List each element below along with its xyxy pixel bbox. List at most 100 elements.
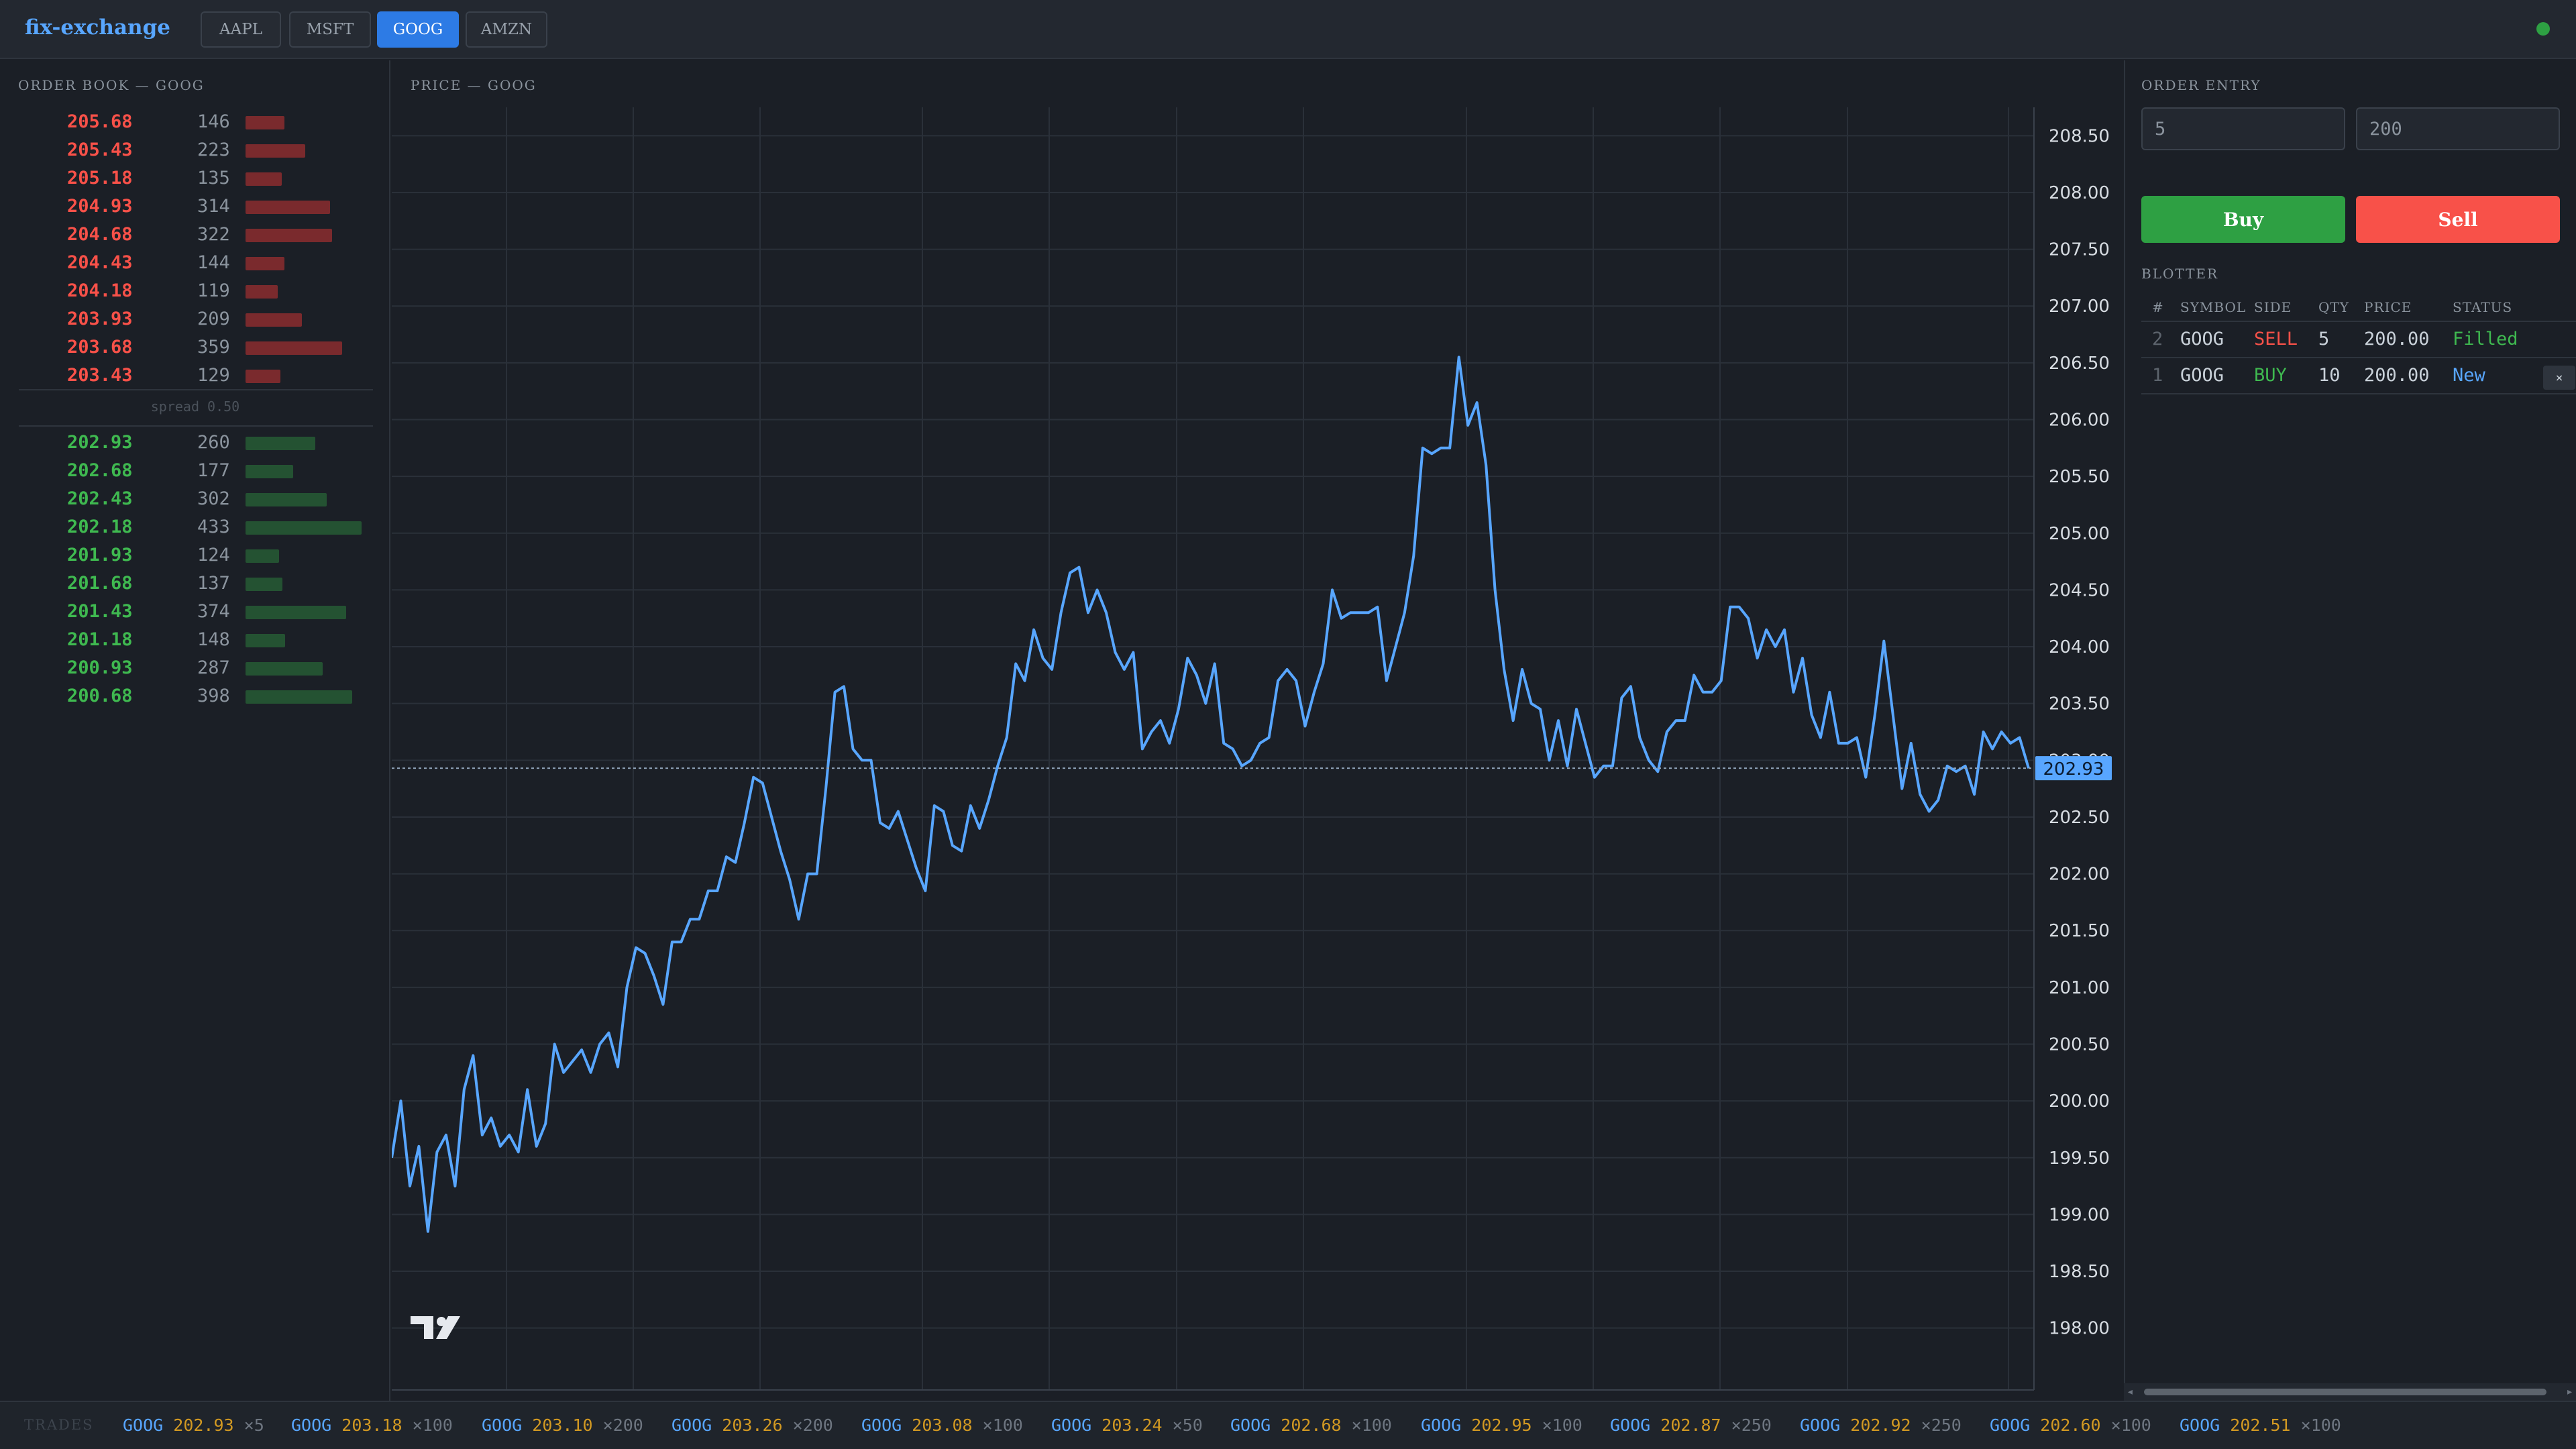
blotter-cell-qty: 5 — [2318, 329, 2330, 350]
ask-depth-bar — [246, 285, 278, 299]
connection-status-indicator — [2536, 22, 2550, 36]
sell-button[interactable]: Sell — [2356, 196, 2560, 243]
trades-ticker: TRADES GOOG 202.93 ×5 GOOG 203.18 ×100 GOO… — [0, 1401, 2576, 1449]
bid-level-row[interactable]: 202.43 302 — [0, 484, 376, 513]
ask-level-row[interactable]: 203.43 129 — [0, 361, 376, 389]
y-tick-label: 199.00 — [2049, 1205, 2110, 1225]
trade-price: 202.92 — [1850, 1415, 1911, 1435]
bid-level-row[interactable]: 202.18 433 — [0, 513, 376, 541]
ask-depth-bar — [246, 313, 302, 327]
scroll-right-icon[interactable]: ▸ — [2566, 1385, 2573, 1399]
buy-button[interactable]: Buy — [2141, 196, 2345, 243]
bid-price: 202.68 — [67, 460, 133, 481]
y-tick-label: 208.00 — [2049, 183, 2110, 203]
bid-level-row[interactable]: 200.68 398 — [0, 682, 376, 710]
trade-symbol: GOOG — [482, 1415, 523, 1435]
bid-level-row[interactable]: 201.68 137 — [0, 569, 376, 597]
price-input[interactable]: 200 — [2356, 107, 2560, 150]
trade-symbol: GOOG — [123, 1415, 164, 1435]
ask-price: 204.68 — [67, 224, 133, 245]
price-chart[interactable]: PRICE — GOOG 198.00 198.50 199.00 199.50 200… — [392, 60, 2123, 1401]
trade-price: 202.60 — [2040, 1415, 2101, 1435]
blotter-cell-symbol: GOOG — [2180, 365, 2224, 386]
tab-msft[interactable]: MSFT — [289, 11, 371, 48]
bid-level-row[interactable]: 201.43 374 — [0, 597, 376, 625]
bid-depth-bar — [246, 578, 282, 591]
trade-price: 202.68 — [1281, 1415, 1342, 1435]
tab-goog[interactable]: GOOG — [377, 11, 459, 48]
order-book-panel: ORDER BOOK — GOOG 205.68 146 205.43 223 205.… — [0, 60, 390, 1401]
bid-size: 260 — [197, 432, 230, 453]
ask-level-row[interactable]: 204.18 119 — [0, 276, 376, 305]
bid-price: 202.18 — [67, 517, 133, 537]
ask-price: 203.68 — [67, 337, 133, 358]
trade-price: 202.87 — [1660, 1415, 1721, 1435]
tab-aapl[interactable]: AAPL — [201, 11, 281, 48]
ask-price: 205.18 — [67, 168, 133, 189]
y-tick-label: 200.00 — [2049, 1091, 2110, 1112]
trade-qty: ×100 — [2110, 1415, 2151, 1435]
ask-level-row[interactable]: 205.68 146 — [0, 107, 376, 136]
divider — [19, 389, 373, 390]
cancel-order-button[interactable]: × — [2543, 366, 2575, 390]
trade-item: GOOG 202.68 ×100 — [1230, 1415, 1392, 1435]
ask-level-row[interactable]: 205.43 223 — [0, 136, 376, 164]
y-tick-label: 205.00 — [2049, 524, 2110, 544]
bid-size: 124 — [197, 545, 230, 566]
trade-qty: ×100 — [982, 1415, 1023, 1435]
order-entry-title: ORDER ENTRY — [2141, 77, 2261, 93]
trade-symbol: GOOG — [291, 1415, 332, 1435]
y-tick-label: 204.00 — [2049, 637, 2110, 657]
bid-price: 202.43 — [67, 488, 133, 509]
ask-price: 203.43 — [67, 365, 133, 386]
trade-item: GOOG 202.92 ×250 — [1800, 1415, 1962, 1435]
bid-size: 302 — [197, 488, 230, 509]
scrollbar-thumb[interactable] — [2144, 1389, 2546, 1395]
trade-item: GOOG 202.87 ×250 — [1610, 1415, 1772, 1435]
blotter-cell-id: 1 — [2152, 365, 2163, 386]
bid-depth-bar — [246, 521, 362, 535]
trade-qty: ×250 — [1921, 1415, 1962, 1435]
blotter-cell-qty: 10 — [2318, 365, 2341, 386]
trades-label: TRADES — [24, 1417, 94, 1433]
trade-qty: ×200 — [792, 1415, 833, 1435]
trade-price: 202.93 — [173, 1415, 234, 1435]
bid-level-row[interactable]: 202.68 177 — [0, 456, 376, 484]
blotter-col-id: # — [2152, 299, 2164, 315]
ask-level-row[interactable]: 203.93 209 — [0, 305, 376, 333]
ask-price: 204.93 — [67, 196, 133, 217]
trade-item: GOOG 203.18 ×100 — [291, 1415, 453, 1435]
ask-level-row[interactable]: 204.43 144 — [0, 248, 376, 276]
ask-level-row[interactable]: 204.68 322 — [0, 220, 376, 248]
bid-level-row[interactable]: 200.93 287 — [0, 653, 376, 682]
bid-depth-bar — [246, 549, 279, 563]
horizontal-scrollbar[interactable]: ◂ ▸ — [2124, 1383, 2576, 1401]
trade-price: 202.95 — [1471, 1415, 1532, 1435]
blotter-col-side: SIDE — [2254, 299, 2292, 315]
y-tick-label: 208.50 — [2049, 126, 2110, 146]
top-bar: fix-exchange AAPL MSFT GOOG AMZN — [0, 0, 2576, 59]
order-book-title: ORDER BOOK — GOOG — [18, 77, 205, 93]
y-tick-label: 198.50 — [2049, 1262, 2110, 1282]
ask-level-row[interactable]: 203.68 359 — [0, 333, 376, 361]
trade-qty: ×100 — [2300, 1415, 2341, 1435]
bid-level-row[interactable]: 202.93 260 — [0, 428, 376, 456]
bid-depth-bar — [246, 690, 352, 704]
scroll-left-icon[interactable]: ◂ — [2127, 1385, 2134, 1399]
y-tick-label: 206.00 — [2049, 411, 2110, 431]
ask-level-row[interactable]: 205.18 135 — [0, 164, 376, 192]
tab-amzn[interactable]: AMZN — [466, 11, 547, 48]
ask-level-row[interactable]: 204.93 314 — [0, 192, 376, 220]
bid-depth-bar — [246, 606, 346, 619]
trade-item: GOOG 203.24 ×50 — [1051, 1415, 1203, 1435]
bid-level-row[interactable]: 201.93 124 — [0, 541, 376, 569]
bid-size: 374 — [197, 601, 230, 622]
bid-level-row[interactable]: 201.18 148 — [0, 625, 376, 653]
ask-price: 203.93 — [67, 309, 133, 329]
blotter-cell-side: BUY — [2254, 365, 2287, 386]
trade-price: 203.10 — [532, 1415, 593, 1435]
blotter-cell-price: 200.00 — [2364, 329, 2430, 350]
trade-item: GOOG 202.60 ×100 — [1990, 1415, 2151, 1435]
quantity-input[interactable]: 5 — [2141, 107, 2345, 150]
price-chart-svg[interactable]: 198.00 198.50 199.00 199.50 200.00 200.50 201.… — [392, 60, 2123, 1401]
